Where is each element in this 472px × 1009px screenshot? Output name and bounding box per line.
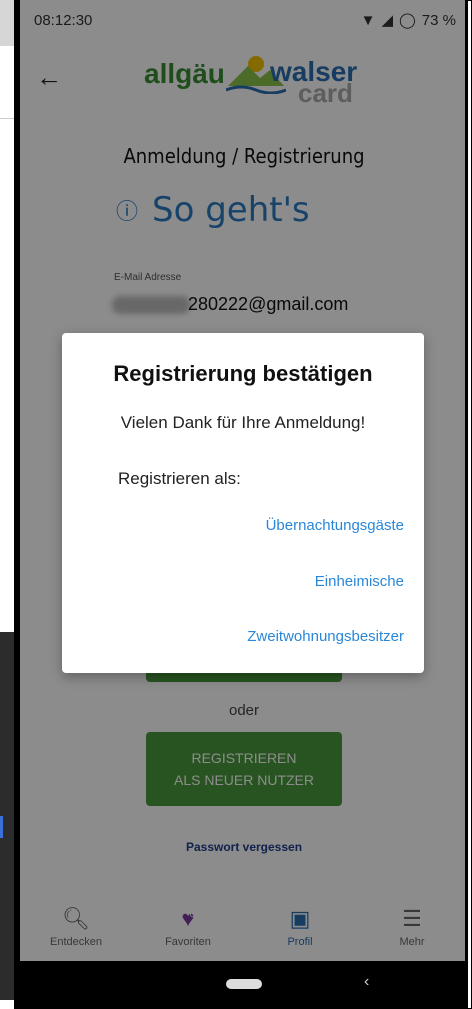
dialog-subtitle: Registrieren als: — [118, 469, 241, 488]
previous-screen-strip — [0, 0, 14, 1009]
dialog-message: Vielen Dank für Ihre Anmeldung! — [120, 413, 366, 432]
home-pill-icon[interactable] — [226, 979, 262, 989]
system-back-icon[interactable]: ‹ — [364, 973, 369, 991]
system-nav-bar: ‹ — [20, 961, 465, 1009]
registration-dialog: Registrierung bestätigen Vielen Dank für… — [62, 333, 424, 673]
phone-screen: 08:12:30 ▼ ◢ ◯ 73 % ← allgäu walser card… — [20, 0, 468, 1009]
dialog-title: Registrierung bestätigen — [113, 361, 373, 386]
option-locals[interactable]: Einheimische — [315, 573, 404, 590]
option-overnight-guests[interactable]: Übernachtungsgäste — [266, 517, 404, 534]
option-second-home-owners[interactable]: Zweitwohnungsbesitzer — [247, 628, 404, 645]
